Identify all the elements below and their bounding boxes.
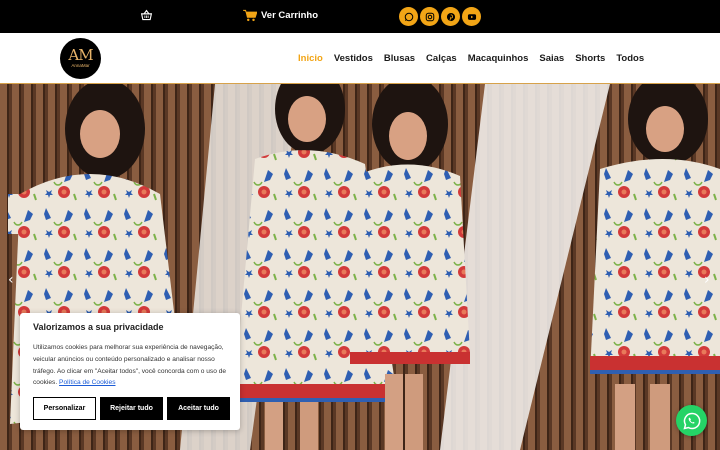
nav-item-vestidos[interactable]: Vestidos: [334, 53, 373, 64]
cookie-text: Utilizamos cookies para melhorar sua exp…: [33, 342, 227, 389]
cookie-consent-banner: Valorizamos a sua privacidade Utilizamos…: [20, 313, 240, 430]
instagram-icon[interactable]: [420, 7, 439, 26]
main-nav: Inicio Vestidos Blusas Calças Macaquinhos Sai…: [287, 53, 644, 64]
nav-item-blusas[interactable]: Blusas: [384, 53, 415, 64]
cookie-buttons: Personalizar Rejeitar tudo Aceitar tudo: [33, 397, 230, 420]
view-cart-link[interactable]: Ver Carrinho: [243, 9, 318, 22]
social-links: [399, 7, 481, 26]
site-logo[interactable]: AM AnnaMar: [60, 38, 101, 79]
whatsapp-icon[interactable]: [399, 7, 418, 26]
nav-item-inicio[interactable]: Inicio: [298, 53, 323, 64]
nav-item-todos[interactable]: Todos: [616, 53, 644, 64]
reject-all-button[interactable]: Rejeitar tudo: [100, 397, 163, 420]
whatsapp-float-button[interactable]: [676, 405, 707, 436]
accept-all-button[interactable]: Aceitar tudo: [167, 397, 230, 420]
logo-monogram: AM: [68, 46, 93, 64]
top-bar: Ver Carrinho: [0, 0, 720, 33]
customize-button[interactable]: Personalizar: [33, 397, 96, 420]
pinterest-icon[interactable]: [441, 7, 460, 26]
slider-prev-arrow[interactable]: ‹: [8, 272, 14, 288]
nav-item-shorts[interactable]: Shorts: [575, 53, 605, 64]
nav-item-cal-as[interactable]: Calças: [426, 53, 457, 64]
nav-item-macaquinhos[interactable]: Macaquinhos: [468, 53, 529, 64]
logo-wordmark: AnnaMar: [71, 63, 90, 68]
site-header: AM AnnaMar Inicio Vestidos Blusas Calças Mac…: [0, 33, 720, 84]
cookie-title: Valorizamos a sua privacidade: [33, 322, 164, 332]
view-cart-label: Ver Carrinho: [261, 10, 319, 21]
whatsapp-icon: [682, 412, 700, 430]
cart-icon: [243, 9, 257, 22]
slider-next-arrow[interactable]: ›: [704, 272, 710, 288]
cookie-policy-link[interactable]: Política de Cookies: [59, 379, 115, 386]
basket-icon[interactable]: [140, 9, 153, 22]
youtube-icon[interactable]: [462, 7, 481, 26]
nav-item-saias[interactable]: Saias: [539, 53, 564, 64]
